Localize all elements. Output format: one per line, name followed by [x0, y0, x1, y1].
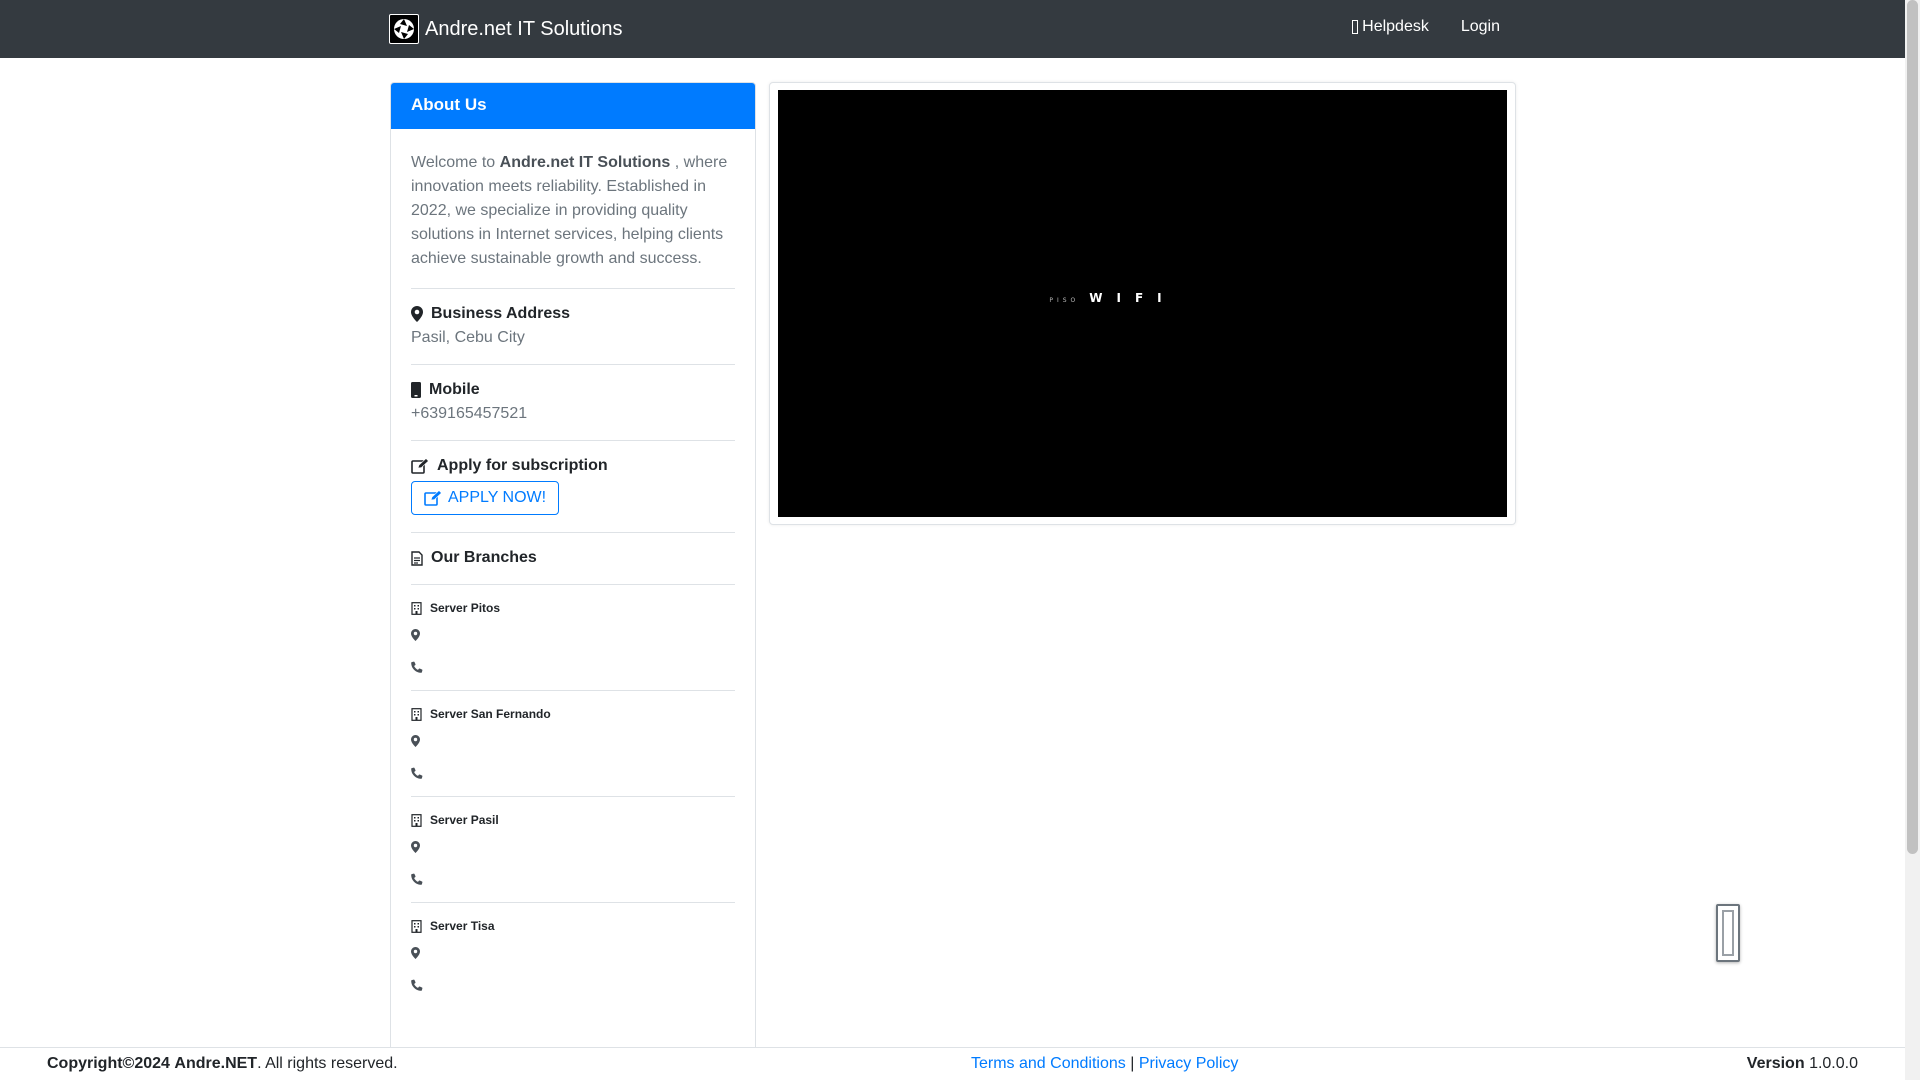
about-body: Welcome to Andre.net IT Solutions , wher… [391, 129, 755, 991]
branch-item: Server Pitos [411, 601, 735, 673]
address-value: Pasil, Cebu City [411, 329, 525, 346]
welcome-company: Andre.net IT Solutions [499, 154, 671, 171]
scrollbar-thumb[interactable] [1907, 0, 1918, 854]
divider [411, 584, 735, 585]
company-logo [389, 14, 419, 44]
about-header: About Us [391, 83, 755, 129]
rights-text: . All rights reserved. [257, 1055, 398, 1072]
nav-helpdesk-label: Helpdesk [1362, 18, 1429, 35]
phone-icon [411, 767, 423, 779]
about-title: About Us [411, 95, 487, 114]
apply-section: Apply for subscription APPLY NOW! [411, 457, 735, 515]
phone-icon [411, 979, 423, 991]
glyph-icon [1722, 910, 1734, 956]
mobile-label: Mobile [429, 381, 480, 398]
divider [411, 364, 735, 365]
map-marker-icon [411, 841, 420, 853]
footer-copyright: Copyright©2024 Andre.NET. All rights res… [47, 1055, 398, 1073]
video-small-text: PISO [1049, 296, 1080, 304]
apply-button-label: APPLY NOW! [448, 489, 547, 506]
branch-name: Server Tisa [430, 919, 495, 933]
branch-item: Server San Fernando [411, 707, 735, 779]
footer-version: Version 1.0.0.0 [1747, 1055, 1858, 1073]
footer-separator: | [1130, 1055, 1135, 1072]
welcome-prefix: Welcome to [411, 154, 496, 171]
version-value: 1.0.0.0 [1809, 1055, 1858, 1072]
divider [411, 288, 735, 289]
top-navbar: Andre.net IT Solutions Helpdesk Login [0, 0, 1905, 58]
nav-helpdesk[interactable]: Helpdesk [1352, 18, 1429, 36]
apply-label: Apply for subscription [437, 457, 608, 474]
branch-item: Server Tisa [411, 919, 735, 991]
building-icon [411, 601, 422, 615]
edit-icon [411, 458, 429, 474]
nav-links: Helpdesk Login [1352, 18, 1500, 36]
branch-name: Server Pasil [430, 813, 499, 827]
apply-now-button[interactable]: APPLY NOW! [411, 481, 560, 515]
video-card: PISO WIFI [769, 82, 1516, 525]
address-section: Business Address Pasil, Cebu City [411, 305, 735, 347]
mobile-section: Mobile +639165457521 [411, 381, 735, 423]
divider [411, 796, 735, 797]
map-marker-icon [411, 947, 420, 959]
address-label: Business Address [431, 305, 571, 322]
branch-name: Server Pitos [430, 601, 501, 615]
terms-link[interactable]: Terms and Conditions [971, 1055, 1126, 1072]
map-marker-icon [411, 735, 420, 747]
glyph-icon [1352, 20, 1359, 34]
chat-widget-button[interactable] [1716, 904, 1740, 962]
video-logo: PISO WIFI [1049, 291, 1175, 305]
file-text-icon [411, 550, 423, 566]
branches-label: Our Branches [431, 549, 537, 566]
mobile-value: +639165457521 [411, 405, 528, 422]
divider [411, 532, 735, 533]
nav-login-label: Login [1460, 18, 1500, 35]
map-marker-icon [411, 306, 423, 322]
nav-login[interactable]: Login [1461, 18, 1500, 36]
building-icon [411, 707, 422, 721]
brand-link[interactable]: Andre.net IT Solutions [389, 14, 623, 44]
version-label: Version [1746, 1055, 1805, 1072]
phone-icon [411, 661, 423, 673]
copyright-prefix: Copyright©2024 [47, 1055, 170, 1072]
video-big-text: WIFI [1089, 290, 1176, 305]
edit-icon [424, 490, 442, 506]
mobile-icon [411, 382, 421, 398]
divider [411, 440, 735, 441]
building-icon [411, 919, 422, 933]
divider [411, 902, 735, 903]
phone-icon [411, 873, 423, 885]
company-link[interactable]: Andre.NET [174, 1055, 257, 1072]
map-marker-icon [411, 629, 420, 641]
footer-links: Terms and Conditions | Privacy Policy [971, 1055, 1238, 1073]
branch-name: Server San Fernando [430, 707, 551, 721]
divider [411, 690, 735, 691]
brand-name: Andre.net IT Solutions [425, 17, 623, 40]
welcome-text: Welcome to Andre.net IT Solutions , wher… [411, 151, 735, 271]
branches-heading: Our Branches [411, 549, 735, 567]
privacy-link[interactable]: Privacy Policy [1139, 1055, 1239, 1072]
about-card: About Us Welcome to Andre.net IT Solutio… [390, 82, 756, 1080]
video-player[interactable]: PISO WIFI [778, 90, 1507, 517]
page-scrollbar[interactable] [1905, 0, 1920, 1080]
footer: Copyright©2024 Andre.NET. All rights res… [0, 1047, 1905, 1080]
branch-item: Server Pasil [411, 813, 735, 885]
building-icon [411, 813, 422, 827]
